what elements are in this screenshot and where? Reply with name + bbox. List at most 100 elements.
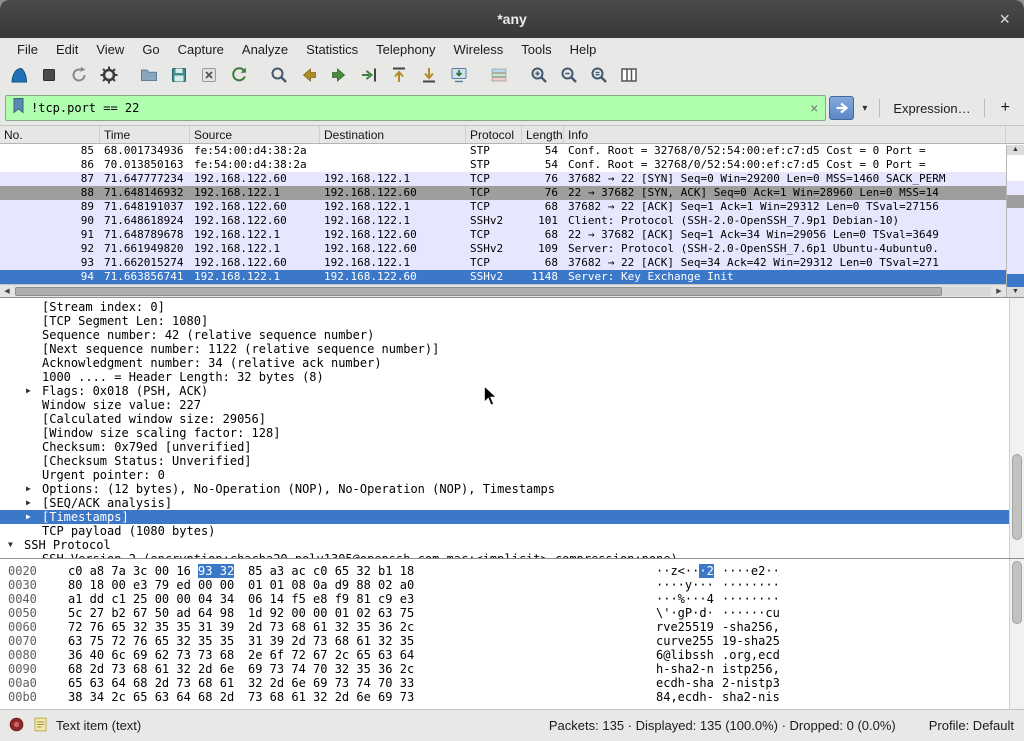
detail-line[interactable]: ▼SSH Protocol bbox=[0, 538, 1024, 552]
filter-history-dropdown[interactable]: ▾ bbox=[857, 103, 872, 114]
expander-closed-icon[interactable]: ▶ bbox=[26, 496, 42, 510]
expression-button[interactable]: Expression… bbox=[887, 101, 976, 116]
hex-row-0050[interactable]: 00505c 27 b2 67 50 ad 64 981d 92 00 00 0… bbox=[0, 606, 1024, 620]
column-header-no[interactable]: No. bbox=[0, 126, 100, 143]
auto-scroll-toggle-button[interactable] bbox=[444, 64, 474, 91]
detail-line[interactable]: [TCP Segment Len: 1080] bbox=[0, 314, 1024, 328]
detail-line[interactable]: Checksum: 0x79ed [unverified] bbox=[0, 440, 1024, 454]
hex-row-0020[interactable]: 0020c0 a8 7a 3c 00 16 93 3285 a3 ac c0 6… bbox=[0, 564, 1024, 578]
hex-row-00a0[interactable]: 00a065 63 64 68 2d 73 68 6132 2d 6e 69 7… bbox=[0, 676, 1024, 690]
save-capture-file-button[interactable] bbox=[164, 64, 194, 91]
detail-line[interactable]: ▶Flags: 0x018 (PSH, ACK) bbox=[0, 384, 1024, 398]
details-scroll-thumb[interactable] bbox=[1012, 454, 1022, 540]
zoom-in-button[interactable] bbox=[524, 64, 554, 91]
filter-bookmark-icon[interactable] bbox=[11, 97, 26, 119]
detail-line[interactable]: [Calculated window size: 29056] bbox=[0, 412, 1024, 426]
hscroll-trough[interactable] bbox=[15, 287, 991, 296]
hex-row-0080[interactable]: 008036 40 6c 69 62 73 73 682e 6f 72 67 2… bbox=[0, 648, 1024, 662]
bytes-scrollbar[interactable] bbox=[1009, 559, 1024, 709]
reload-capture-file-button[interactable] bbox=[224, 64, 254, 91]
column-header-time[interactable]: Time bbox=[100, 126, 190, 143]
menu-tools[interactable]: Tools bbox=[512, 40, 560, 59]
add-filter-button[interactable]: + bbox=[992, 99, 1019, 117]
column-header-source[interactable]: Source bbox=[190, 126, 320, 143]
scroll-up-icon[interactable]: ▲ bbox=[1007, 145, 1024, 155]
go-first-packet-button[interactable] bbox=[384, 64, 414, 91]
scroll-down-icon[interactable]: ▼ bbox=[1007, 287, 1024, 297]
hex-row-0070[interactable]: 007063 75 72 76 65 32 35 3531 39 2d 73 6… bbox=[0, 634, 1024, 648]
packet-row-86[interactable]: 8670.013850163fe:54:00:d4:38:2aSTP54Conf… bbox=[0, 158, 1024, 172]
packet-row-91[interactable]: 9171.648789678192.168.122.1192.168.122.6… bbox=[0, 228, 1024, 242]
expander-open-icon[interactable]: ▼ bbox=[8, 538, 24, 552]
hex-row-0030[interactable]: 003080 18 00 e3 79 ed 00 0001 01 08 0a d… bbox=[0, 578, 1024, 592]
hscroll-thumb[interactable] bbox=[15, 287, 942, 296]
stop-capture-button[interactable] bbox=[34, 64, 64, 91]
detail-line[interactable]: Window size value: 227 bbox=[0, 398, 1024, 412]
scroll-right-icon[interactable]: ▶ bbox=[992, 287, 1006, 295]
go-back-button[interactable] bbox=[294, 64, 324, 91]
capture-options-button[interactable] bbox=[94, 64, 124, 91]
column-header-protocol[interactable]: Protocol bbox=[466, 126, 522, 143]
minimap-strip[interactable] bbox=[1007, 155, 1024, 287]
zoom-original-button[interactable] bbox=[584, 64, 614, 91]
apply-filter-button[interactable] bbox=[829, 96, 854, 120]
menu-edit[interactable]: Edit bbox=[47, 40, 87, 59]
expander-closed-icon[interactable]: ▶ bbox=[26, 384, 42, 398]
packet-row-90[interactable]: 9071.648618924192.168.122.60192.168.122.… bbox=[0, 214, 1024, 228]
clear-filter-icon[interactable]: × bbox=[808, 100, 820, 116]
close-capture-file-button[interactable] bbox=[194, 64, 224, 91]
packet-row-87[interactable]: 8771.647777234192.168.122.60192.168.122.… bbox=[0, 172, 1024, 186]
detail-line[interactable]: ▶[SEQ/ACK analysis] bbox=[0, 496, 1024, 510]
scroll-left-icon[interactable]: ◀ bbox=[0, 287, 14, 295]
detail-line[interactable]: [Window size scaling factor: 128] bbox=[0, 426, 1024, 440]
go-last-packet-button[interactable] bbox=[414, 64, 444, 91]
zoom-out-button[interactable] bbox=[554, 64, 584, 91]
detail-line[interactable]: 1000 .... = Header Length: 32 bytes (8) bbox=[0, 370, 1024, 384]
menu-file[interactable]: File bbox=[8, 40, 47, 59]
go-forward-button[interactable] bbox=[324, 64, 354, 91]
packet-row-85[interactable]: 8568.001734936fe:54:00:d4:38:2aSTP54Conf… bbox=[0, 144, 1024, 158]
resize-columns-button[interactable] bbox=[614, 64, 644, 91]
menu-capture[interactable]: Capture bbox=[169, 40, 233, 59]
expander-closed-icon[interactable]: ▶ bbox=[26, 482, 42, 496]
menu-help[interactable]: Help bbox=[561, 40, 606, 59]
capture-comment-icon[interactable] bbox=[32, 716, 49, 736]
menu-statistics[interactable]: Statistics bbox=[297, 40, 367, 59]
detail-line[interactable]: [Next sequence number: 1122 (relative se… bbox=[0, 342, 1024, 356]
start-capture-button[interactable] bbox=[4, 64, 34, 91]
menu-analyze[interactable]: Analyze bbox=[233, 40, 297, 59]
menu-go[interactable]: Go bbox=[133, 40, 168, 59]
hex-row-0060[interactable]: 006072 76 65 32 35 35 31 392d 73 68 61 3… bbox=[0, 620, 1024, 634]
packet-row-89[interactable]: 8971.648191037192.168.122.60192.168.122.… bbox=[0, 200, 1024, 214]
hex-row-0040[interactable]: 0040a1 dd c1 25 00 00 04 3406 14 f5 e8 f… bbox=[0, 592, 1024, 606]
detail-line[interactable]: Sequence number: 42 (relative sequence n… bbox=[0, 328, 1024, 342]
detail-line[interactable]: TCP payload (1080 bytes) bbox=[0, 524, 1024, 538]
detail-line[interactable]: Urgent pointer: 0 bbox=[0, 468, 1024, 482]
find-packet-button[interactable] bbox=[264, 64, 294, 91]
detail-line[interactable]: ▶Options: (12 bytes), No-Operation (NOP)… bbox=[0, 482, 1024, 496]
detail-line[interactable]: [Checksum Status: Unverified] bbox=[0, 454, 1024, 468]
packet-list-hscrollbar[interactable]: ◀ ▶ bbox=[0, 284, 1006, 297]
close-window-button[interactable]: × bbox=[999, 10, 1010, 28]
status-profile[interactable]: Profile: Default bbox=[929, 718, 1014, 733]
detail-line[interactable]: Acknowledgment number: 34 (relative ack … bbox=[0, 356, 1024, 370]
hex-row-00b0[interactable]: 00b038 34 2c 65 63 64 68 2d73 68 61 32 2… bbox=[0, 690, 1024, 704]
detail-line[interactable]: ▶[Timestamps] bbox=[0, 510, 1024, 524]
packet-row-94[interactable]: 9471.663856741192.168.122.1192.168.122.6… bbox=[0, 270, 1024, 284]
column-header-destination[interactable]: Destination bbox=[320, 126, 466, 143]
column-header-info[interactable]: Info bbox=[564, 126, 1006, 143]
menu-wireless[interactable]: Wireless bbox=[444, 40, 512, 59]
packet-row-92[interactable]: 9271.661949820192.168.122.1192.168.122.6… bbox=[0, 242, 1024, 256]
expander-closed-icon[interactable]: ▶ bbox=[26, 510, 42, 524]
go-to-packet-button[interactable] bbox=[354, 64, 384, 91]
column-header-length[interactable]: Length bbox=[522, 126, 564, 143]
hex-row-0090[interactable]: 009068 2d 73 68 61 32 2d 6e69 73 74 70 3… bbox=[0, 662, 1024, 676]
bytes-scroll-thumb[interactable] bbox=[1012, 561, 1022, 624]
packet-row-88[interactable]: 8871.648146932192.168.122.1192.168.122.6… bbox=[0, 186, 1024, 200]
expert-info-icon[interactable] bbox=[8, 716, 25, 736]
filter-text[interactable]: !tcp.port == 22 bbox=[31, 101, 803, 115]
detail-line[interactable]: [Stream index: 0] bbox=[0, 300, 1024, 314]
packet-row-93[interactable]: 9371.662015274192.168.122.60192.168.122.… bbox=[0, 256, 1024, 270]
restart-capture-button[interactable] bbox=[64, 64, 94, 91]
colorize-toggle-button[interactable] bbox=[484, 64, 514, 91]
